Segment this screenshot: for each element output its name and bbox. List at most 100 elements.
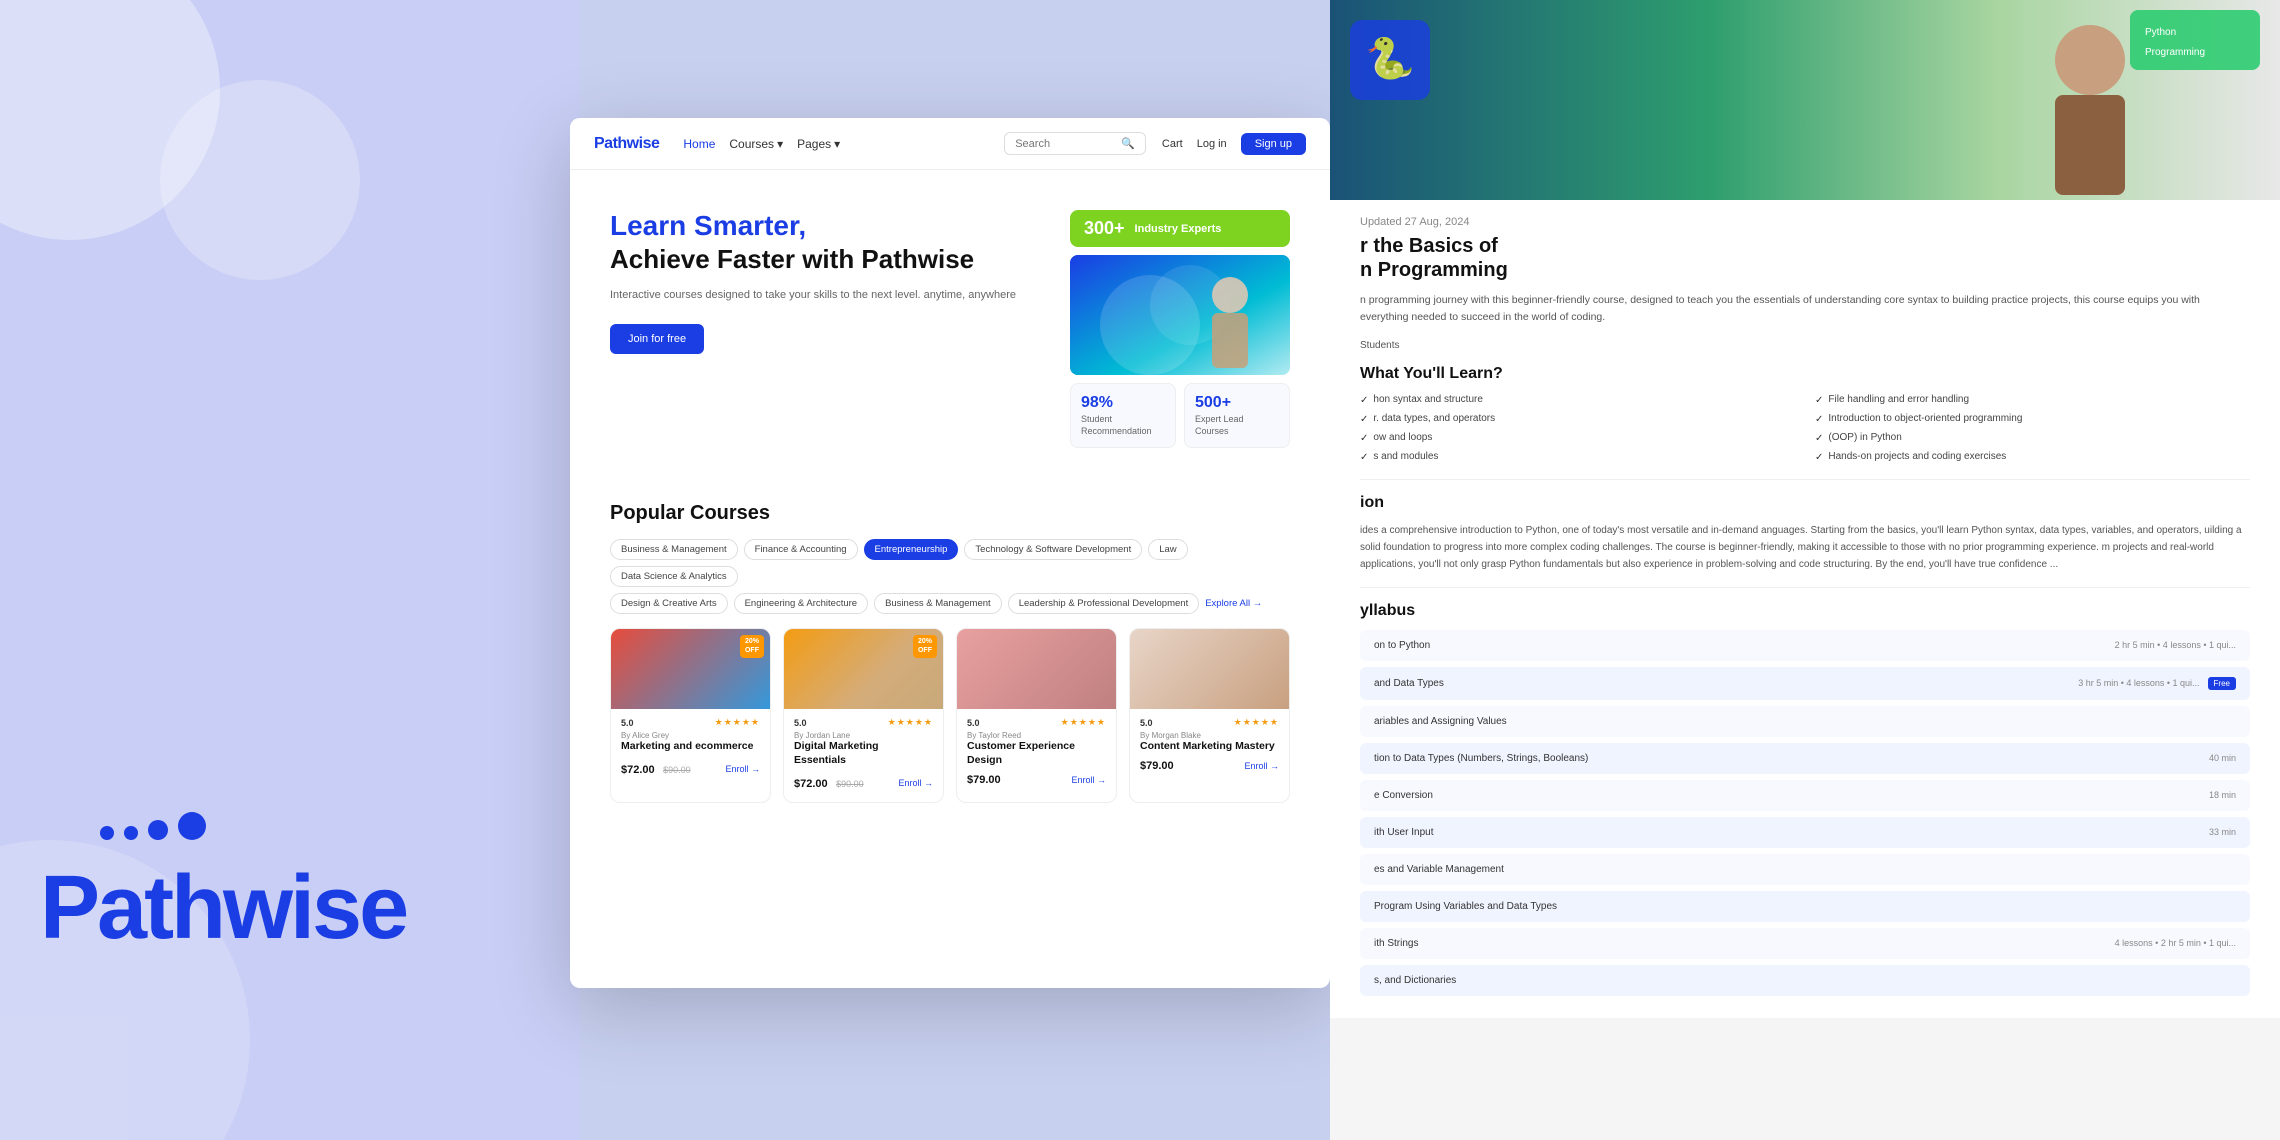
price-row-2: $72.00 $90.00 Enroll → [794, 774, 933, 792]
join-button[interactable]: Join for free [610, 324, 704, 354]
hero-right-content: 300+ Industry Experts [1070, 210, 1290, 448]
search-icon[interactable]: 🔍 [1121, 137, 1135, 150]
enroll-btn-2[interactable]: Enroll → [898, 778, 933, 788]
syllabus-heading: yllabus [1360, 602, 2250, 620]
card-image-4 [1130, 629, 1289, 709]
syllabus-section: yllabus on to Python 2 hr 5 min • 4 less… [1360, 587, 2250, 996]
experts-badge: 300+ Industry Experts [1070, 210, 1290, 247]
check-icon-8: ✓ [1815, 451, 1823, 465]
stars-2: ★★★★★ [888, 717, 933, 728]
syllabus-item-7[interactable]: es and Variable Management [1360, 854, 2250, 885]
syllabus-meta-5: 18 min [2209, 790, 2236, 800]
syllabus-item-4[interactable]: tion to Data Types (Numbers, Strings, Bo… [1360, 743, 2250, 774]
rating-num-3: 5.0 [967, 718, 980, 728]
syllabus-meta-9: 4 lessons • 2 hr 5 min • 1 qui... [2115, 938, 2236, 948]
syllabus-title-9: ith Strings [1374, 938, 1418, 949]
course-title-3: Customer Experience Design [967, 740, 1106, 767]
description-section: ion ides a comprehensive introduction to… [1360, 479, 2250, 573]
filter-finance[interactable]: Finance & Accounting [744, 539, 858, 560]
hero-stats: 98% Student Recommendation 500+ Expert L… [1070, 383, 1290, 448]
hero-image-graphic [1070, 255, 1290, 375]
course-detail-description: n programming journey with this beginner… [1360, 292, 2250, 326]
syllabus-item-3[interactable]: ariables and Assigning Values [1360, 706, 2250, 737]
hero-title-black: Achieve Faster with Pathwise [610, 244, 1040, 275]
filter-tech[interactable]: Technology & Software Development [964, 539, 1142, 560]
nav-home[interactable]: Home [683, 137, 715, 151]
filter-tags-row2: Design & Creative Arts Engineering & Arc… [610, 593, 1290, 614]
svg-text:Python: Python [2145, 27, 2176, 38]
author-2: By Jordan Lane [794, 731, 933, 740]
course-card-1: 20%OFF 5.0 ★★★★★ By Alice Grey Marketing… [610, 628, 771, 802]
cart-button[interactable]: Cart [1162, 138, 1183, 150]
search-input[interactable] [1015, 138, 1115, 150]
learn-item-3: ✓ r. data types, and operators [1360, 412, 1795, 427]
filter-engineering[interactable]: Engineering & Architecture [734, 593, 868, 614]
nav-courses[interactable]: Courses ▾ [729, 137, 783, 151]
stat-label-1: Student Recommendation [1081, 414, 1165, 437]
author-3: By Taylor Reed [967, 731, 1106, 740]
dots-decoration [100, 812, 206, 840]
enroll-btn-1[interactable]: Enroll → [725, 764, 760, 774]
filter-entrepreneurship[interactable]: Entrepreneurship [864, 539, 959, 560]
svg-text:🐍: 🐍 [1365, 35, 1415, 81]
course-meta: Updated 27 Aug, 2024 [1360, 216, 2250, 228]
browser-window: Pathwise Home Courses ▾ Pages ▾ 🔍 Cart L… [570, 118, 1330, 988]
signup-button[interactable]: Sign up [1241, 133, 1306, 155]
check-icon-5: ✓ [1360, 432, 1368, 446]
syllabus-item-5[interactable]: e Conversion 18 min [1360, 780, 2250, 811]
course-cards-grid: 20%OFF 5.0 ★★★★★ By Alice Grey Marketing… [610, 628, 1290, 822]
syllabus-title-4: tion to Data Types (Numbers, Strings, Bo… [1374, 753, 1588, 764]
syllabus-item-6[interactable]: ith User Input 33 min [1360, 817, 2250, 848]
deco-circle-2 [160, 80, 360, 280]
course-title-2: Digital Marketing Essentials [794, 740, 933, 767]
filter-business[interactable]: Business & Management [610, 539, 738, 560]
price-row-4: $79.00 Enroll → [1140, 760, 1279, 772]
hero-image [1070, 255, 1290, 375]
syllabus-item-8[interactable]: Program Using Variables and Data Types [1360, 891, 2250, 922]
login-button[interactable]: Log in [1197, 138, 1227, 150]
discount-badge-1: 20%OFF [740, 635, 764, 658]
check-icon-2: ✓ [1815, 394, 1823, 408]
check-icon-1: ✓ [1360, 394, 1368, 408]
filter-design[interactable]: Design & Creative Arts [610, 593, 728, 614]
filter-data[interactable]: Data Science & Analytics [610, 566, 738, 587]
syllabus-meta-1: 2 hr 5 min • 4 lessons • 1 qui... [2115, 640, 2236, 650]
syllabus-title-8: Program Using Variables and Data Types [1374, 901, 1557, 912]
learn-item-2: ✓ File handling and error handling [1815, 393, 2250, 408]
filter-business-2[interactable]: Business & Management [874, 593, 1002, 614]
syllabus-item-10[interactable]: s, and Dictionaries [1360, 965, 2250, 996]
search-bar[interactable]: 🔍 [1004, 132, 1146, 155]
explore-all-link[interactable]: Explore All → [1205, 598, 1262, 609]
experts-count: 300+ [1084, 218, 1125, 239]
learn-item-7: ✓ s and modules [1360, 450, 1795, 465]
stat-label-2: Expert Lead Courses [1195, 414, 1279, 437]
syllabus-meta-2: 3 hr 5 min • 4 lessons • 1 qui... [2078, 678, 2199, 688]
stars-4: ★★★★★ [1234, 717, 1279, 728]
enroll-btn-3[interactable]: Enroll → [1071, 775, 1106, 785]
enroll-btn-4[interactable]: Enroll → [1244, 761, 1279, 771]
syllabus-item-9[interactable]: ith Strings 4 lessons • 2 hr 5 min • 1 q… [1360, 928, 2250, 959]
syllabus-item-2[interactable]: and Data Types 3 hr 5 min • 4 lessons • … [1360, 667, 2250, 700]
rating-num-4: 5.0 [1140, 718, 1153, 728]
price-row-1: $72.00 $90.00 Enroll → [621, 760, 760, 778]
card-body-3: 5.0 ★★★★★ By Taylor Reed Customer Experi… [957, 709, 1116, 795]
filter-leadership[interactable]: Leadership & Professional Development [1008, 593, 1200, 614]
card-body-2: 5.0 ★★★★★ By Jordan Lane Digital Marketi… [784, 709, 943, 801]
rating-row-4: 5.0 ★★★★★ [1140, 717, 1279, 728]
stars-1: ★★★★★ [715, 717, 760, 728]
popular-courses-section: Popular Courses Business & Management Fi… [570, 478, 1330, 822]
stat-num-2: 500+ [1195, 394, 1279, 412]
syllabus-item-1[interactable]: on to Python 2 hr 5 min • 4 lessons • 1 … [1360, 630, 2250, 661]
syllabus-title-3: ariables and Assigning Values [1374, 716, 1507, 727]
course-card-4: 5.0 ★★★★★ By Morgan Blake Content Market… [1129, 628, 1290, 802]
nav-pages[interactable]: Pages ▾ [797, 137, 840, 151]
card-body-1: 5.0 ★★★★★ By Alice Grey Marketing and ec… [611, 709, 770, 788]
course-card-2: 20%OFF 5.0 ★★★★★ By Jordan Lane Digital … [783, 628, 944, 802]
learn-grid: ✓ hon syntax and structure ✓ File handli… [1360, 393, 2250, 465]
nav-right-actions: Cart Log in Sign up [1162, 133, 1306, 155]
check-icon-3: ✓ [1360, 413, 1368, 427]
learn-item-1: ✓ hon syntax and structure [1360, 393, 1795, 408]
nav-logo[interactable]: Pathwise [594, 135, 659, 153]
what-youll-learn-heading: What You'll Learn? [1360, 365, 2250, 383]
filter-law[interactable]: Law [1148, 539, 1187, 560]
